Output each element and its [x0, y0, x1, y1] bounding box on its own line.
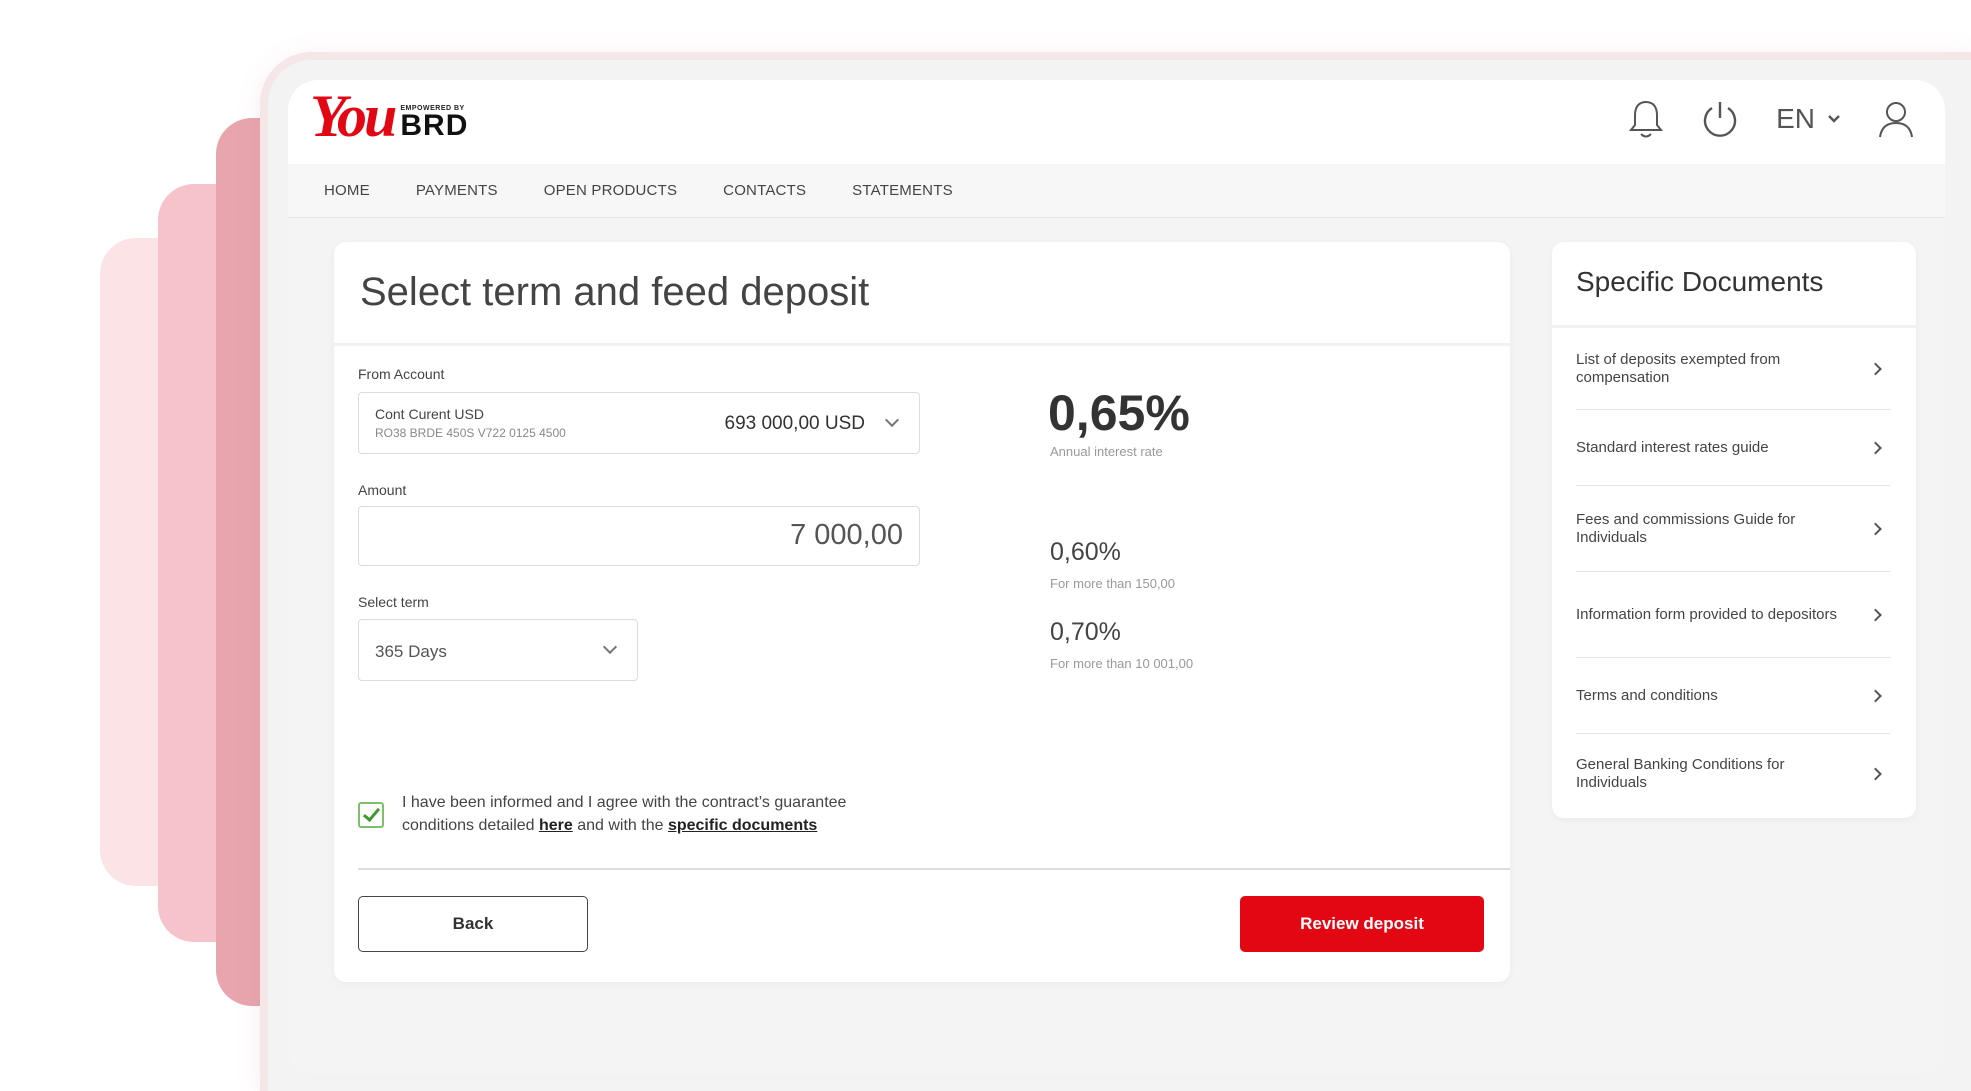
- brand-logo[interactable]: You EMPOWERED BY BRD: [310, 86, 468, 146]
- term-value: 365 Days: [375, 642, 447, 661]
- nav-statements[interactable]: STATEMENTS: [852, 182, 953, 199]
- amount-value: 7 000,00: [790, 519, 903, 551]
- consent-text-part-2: and with the: [572, 817, 668, 834]
- tier2-rate-caption: For more than 10 001,00: [1050, 656, 1194, 671]
- doc-label: Fees and commissions Guide for Individua…: [1576, 510, 1796, 546]
- amount-input[interactable]: 7 000,00: [358, 506, 920, 566]
- nav-open-products[interactable]: OPEN PRODUCTS: [544, 182, 677, 199]
- page-title: Select term and feed deposit: [360, 270, 870, 314]
- logo-brd: BRD: [400, 109, 469, 142]
- doc-item-terms-conditions[interactable]: Terms and conditions: [1576, 658, 1890, 734]
- nav-home[interactable]: HOME: [324, 182, 370, 199]
- documents-list: List of deposits exempted from compensat…: [1552, 328, 1916, 814]
- bell-icon[interactable]: [1628, 98, 1664, 140]
- chevron-right-icon: [1869, 362, 1882, 375]
- doc-label: Terms and conditions: [1576, 686, 1718, 704]
- doc-label: List of deposits exempted from compensat…: [1576, 350, 1781, 386]
- chevron-right-icon: [1869, 441, 1882, 454]
- language-label: EN: [1776, 103, 1815, 134]
- doc-item-information-form[interactable]: Information form provided to depositors: [1576, 572, 1890, 658]
- doc-label: General Banking Conditions for Individua…: [1576, 756, 1785, 791]
- logo-you: You: [310, 83, 397, 149]
- power-icon[interactable]: [1700, 99, 1740, 139]
- top-bar: You EMPOWERED BY BRD EN: [288, 80, 1945, 164]
- doc-label: Standard interest rates guide: [1576, 438, 1769, 456]
- side-title: Specific Documents: [1576, 266, 1824, 297]
- annual-rate-value: 0,65%: [1048, 385, 1190, 441]
- check-icon: [362, 803, 381, 823]
- specific-documents-panel: Specific Documents List of deposits exem…: [1552, 242, 1916, 818]
- chevron-right-icon: [1869, 689, 1882, 702]
- here-link[interactable]: here: [539, 817, 573, 834]
- main-navigation: HOME PAYMENTS OPEN PRODUCTS CONTACTS STA…: [288, 164, 1945, 218]
- consent-checkbox[interactable]: [358, 802, 384, 828]
- chevron-right-icon: [1869, 608, 1882, 621]
- header-actions: EN: [1628, 98, 1915, 140]
- tier2-rate-value: 0,70%: [1050, 618, 1121, 646]
- tier1-rate-value: 0,60%: [1050, 538, 1121, 566]
- review-deposit-button[interactable]: Review deposit: [1240, 896, 1484, 952]
- deposit-form-card: Select term and feed deposit From Accoun…: [334, 242, 1510, 982]
- form-divider: [358, 868, 1510, 870]
- nav-contacts[interactable]: CONTACTS: [723, 182, 806, 199]
- account-balance: 693 000,00 USD: [724, 413, 866, 434]
- annual-rate-caption: Annual interest rate: [1050, 444, 1163, 459]
- side-header: Specific Documents: [1552, 242, 1916, 328]
- account-iban: RO38 BRDE 450S V722 0125 4500: [375, 426, 566, 440]
- from-account-select[interactable]: Cont Curent USD RO38 BRDE 450S V722 0125…: [358, 392, 920, 454]
- chevron-right-icon: [1869, 767, 1882, 781]
- doc-item-general-banking[interactable]: General Banking Conditions for Individua…: [1576, 734, 1890, 814]
- specific-documents-link[interactable]: specific documents: [668, 817, 817, 834]
- doc-item-fees-commissions[interactable]: Fees and commissions Guide for Individua…: [1576, 486, 1890, 572]
- account-name: Cont Curent USD: [375, 406, 484, 422]
- doc-label: Information form provided to depositors: [1576, 605, 1837, 623]
- from-account-label: From Account: [358, 366, 445, 382]
- doc-item-standard-rates[interactable]: Standard interest rates guide: [1576, 410, 1890, 486]
- chevron-down-icon: [602, 639, 618, 655]
- back-button[interactable]: Back: [358, 896, 588, 952]
- chevron-down-icon: [884, 412, 900, 428]
- app-screen: You EMPOWERED BY BRD EN HOME PAYMENTS OP…: [288, 80, 1945, 1075]
- user-icon[interactable]: [1877, 99, 1915, 139]
- tier1-rate-caption: For more than 150,00: [1050, 576, 1176, 591]
- nav-payments[interactable]: PAYMENTS: [416, 182, 498, 199]
- term-label: Select term: [358, 594, 429, 610]
- chevron-right-icon: [1869, 522, 1882, 535]
- chevron-down-icon: [1828, 115, 1840, 123]
- consent-text: I have been informed and I agree with th…: [402, 791, 922, 837]
- amount-label: Amount: [358, 482, 407, 498]
- language-selector[interactable]: EN: [1776, 103, 1841, 135]
- card-header: Select term and feed deposit: [334, 242, 1510, 346]
- doc-item-deposits-exempted[interactable]: List of deposits exempted from compensat…: [1576, 328, 1890, 410]
- logo-brd-block: EMPOWERED BY BRD: [400, 105, 469, 142]
- device-frame: You EMPOWERED BY BRD EN HOME PAYMENTS OP…: [268, 60, 1971, 1091]
- term-select[interactable]: 365 Days: [358, 619, 638, 681]
